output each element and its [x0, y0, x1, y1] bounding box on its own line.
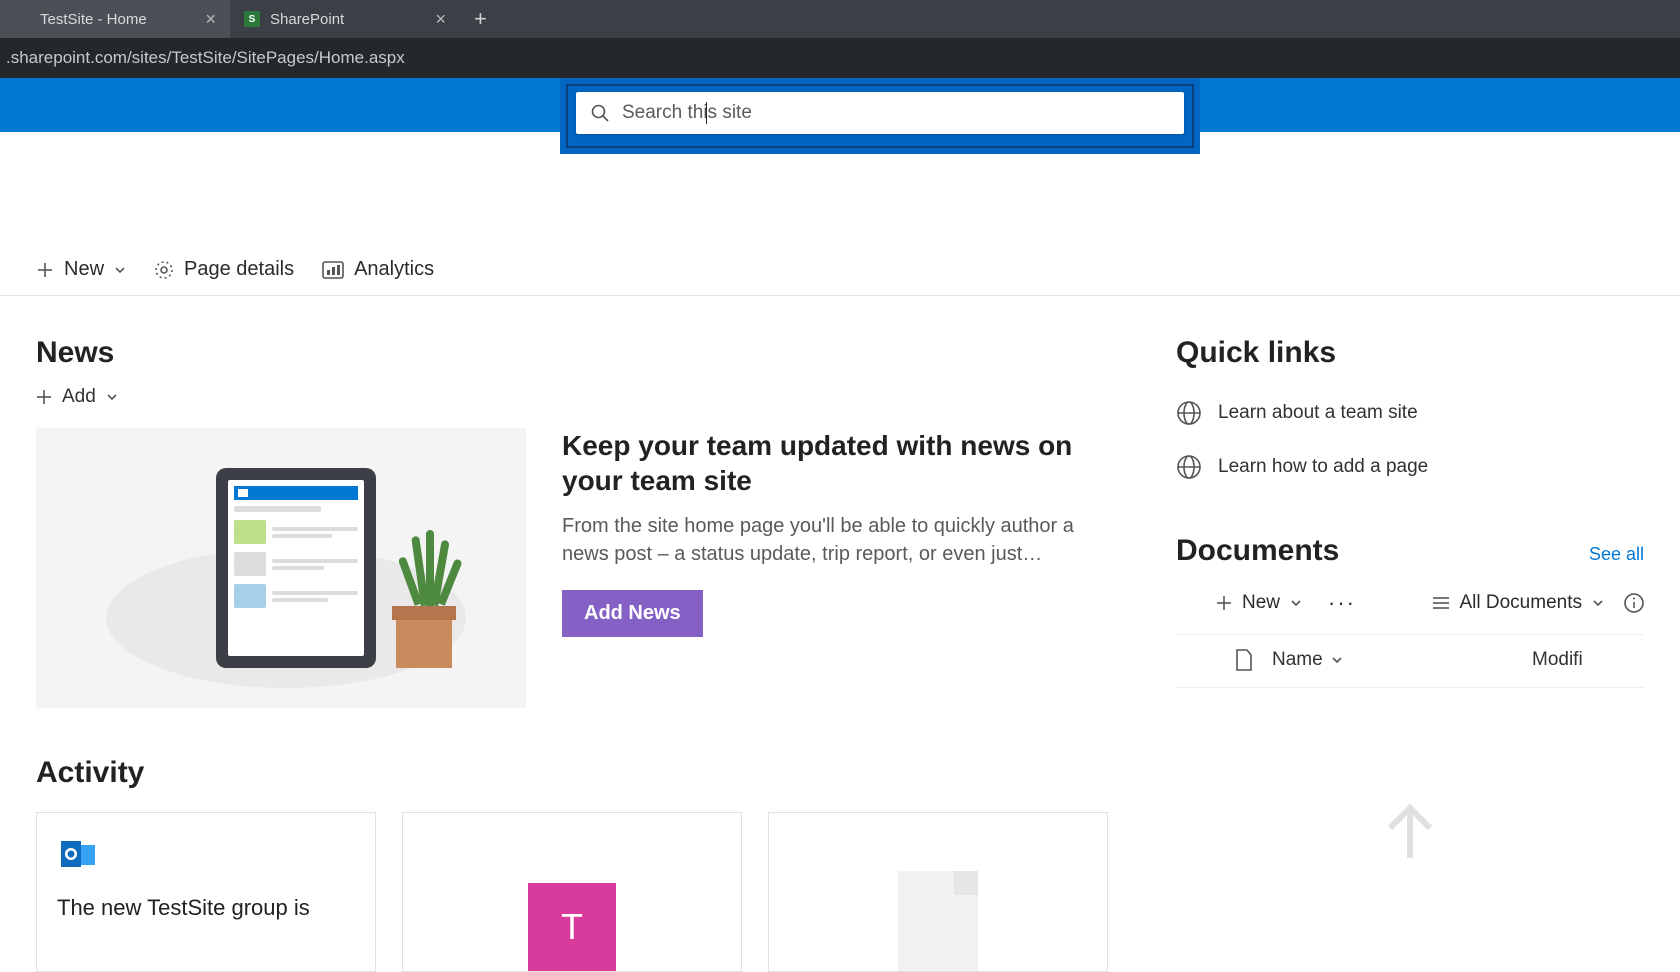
plus-icon [36, 261, 54, 279]
sharepoint-favicon: S [244, 11, 260, 27]
file-icon [1235, 649, 1253, 671]
close-icon[interactable]: × [435, 9, 446, 30]
chevron-down-icon [1331, 654, 1343, 666]
chevron-down-icon [1592, 597, 1604, 609]
chevron-down-icon [114, 264, 126, 276]
documents-toolbar: New ··· All Documents [1176, 568, 1644, 634]
column-modified[interactable]: Modifi [1532, 649, 1644, 671]
see-all-link[interactable]: See all [1589, 544, 1644, 565]
search-input[interactable] [622, 102, 1170, 124]
search-box[interactable] [576, 92, 1184, 134]
site-tile-letter: T [561, 906, 583, 948]
globe-icon [1176, 400, 1202, 426]
quick-link-1[interactable]: Learn about a team site [1176, 386, 1644, 440]
page-details-button[interactable]: Page details [154, 258, 294, 281]
news-title: Keep your team updated with news on your… [562, 428, 1116, 498]
search-highlight [560, 78, 1200, 154]
analytics-icon [322, 261, 344, 279]
news-illustration [36, 428, 526, 708]
documents-heading: Documents [1176, 534, 1339, 568]
new-button[interactable]: New [36, 258, 126, 281]
chevron-down-icon [1290, 597, 1302, 609]
documents-new-button[interactable]: New [1216, 592, 1302, 614]
browser-tab-strip: TestSite - Home × S SharePoint × + [0, 0, 1680, 38]
site-tile: T [528, 883, 616, 971]
tab-title: SharePoint [270, 11, 344, 28]
quick-link-label: Learn how to add a page [1218, 456, 1428, 478]
browser-tab-1[interactable]: TestSite - Home × [0, 0, 230, 38]
quick-link-label: Learn about a team site [1218, 402, 1418, 424]
activity-heading: Activity [36, 756, 1116, 790]
browser-tab-2[interactable]: S SharePoint × [230, 0, 460, 38]
column-name-label: Name [1272, 649, 1323, 671]
command-bar: New Page details Analytics [0, 244, 1680, 296]
documents-empty-state [1176, 688, 1644, 868]
document-placeholder-icon [898, 871, 978, 971]
activity-card-1-text: The new TestSite group is [57, 894, 355, 923]
add-news-button[interactable]: Add News [562, 590, 703, 637]
quick-links-heading: Quick links [1176, 336, 1644, 370]
suite-bar [0, 78, 1680, 132]
favicon-blank [14, 11, 30, 27]
analytics-label: Analytics [354, 258, 434, 281]
outlook-icon [57, 833, 99, 875]
documents-new-label: New [1242, 592, 1280, 614]
analytics-button[interactable]: Analytics [322, 258, 434, 281]
gear-icon [154, 260, 174, 280]
upload-arrow-icon [1370, 788, 1450, 868]
news-description: From the site home page you'll be able t… [562, 512, 1116, 568]
plus-icon [1216, 595, 1232, 611]
documents-more-button[interactable]: ··· [1328, 590, 1356, 616]
documents-view-selector[interactable]: All Documents [1432, 592, 1605, 614]
address-bar[interactable]: .sharepoint.com/sites/TestSite/SitePages… [0, 38, 1680, 78]
info-icon[interactable] [1624, 593, 1644, 613]
text-caret [706, 102, 707, 124]
page-details-label: Page details [184, 258, 294, 281]
plus-icon [36, 389, 52, 405]
new-tab-button[interactable]: + [460, 6, 501, 32]
list-icon [1432, 596, 1450, 610]
quick-link-2[interactable]: Learn how to add a page [1176, 440, 1644, 494]
documents-view-label: All Documents [1460, 592, 1583, 614]
chevron-down-icon [106, 391, 118, 403]
news-heading: News [36, 336, 1116, 370]
add-news-dropdown[interactable]: Add [36, 386, 1116, 408]
documents-table-header: Name Modifi [1176, 634, 1644, 688]
add-label: Add [62, 386, 96, 408]
url-text: .sharepoint.com/sites/TestSite/SitePages… [6, 48, 405, 68]
search-icon [590, 103, 610, 123]
column-name[interactable]: Name [1272, 649, 1532, 671]
activity-card-3[interactable] [768, 812, 1108, 972]
activity-card-2[interactable]: T [402, 812, 742, 972]
column-modified-label: Modifi [1532, 649, 1583, 670]
tab-title: TestSite - Home [40, 11, 147, 28]
close-icon[interactable]: × [205, 9, 216, 30]
new-label: New [64, 258, 104, 281]
globe-icon [1176, 454, 1202, 480]
activity-card-1[interactable]: The new TestSite group is [36, 812, 376, 972]
